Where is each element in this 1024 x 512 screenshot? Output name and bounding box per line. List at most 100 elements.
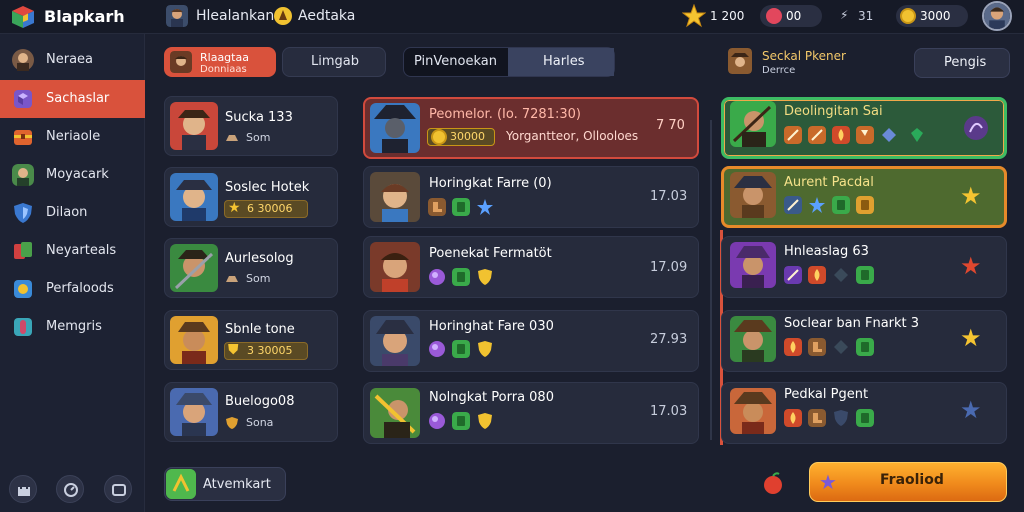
shield-badge-icon: ⛊	[228, 342, 239, 358]
hat-icon	[226, 276, 238, 282]
hero-name: Buelogo08	[225, 394, 295, 409]
hero-name: Soslec Hotek	[225, 180, 310, 195]
sidebar-label: Memgris	[46, 319, 102, 334]
sidebar-item-6[interactable]: Perfaloods	[0, 270, 145, 308]
gold-shield-icon	[478, 341, 492, 357]
segment-left-label[interactable]: PinVenoekan	[414, 54, 497, 69]
segment-right-label[interactable]: Harles	[543, 54, 584, 69]
sidebar-item-5[interactable]: Neyarteals	[0, 232, 145, 270]
flame-icon	[784, 409, 802, 427]
green-card-icon	[856, 266, 874, 284]
chest-icon	[14, 130, 32, 145]
app-title: Blapkarh	[44, 7, 125, 26]
mission-avatar-icon	[370, 316, 420, 366]
hero-sub: Som	[246, 131, 271, 144]
mission-avatar-icon	[370, 103, 420, 153]
squad-name: Aurent Pacdal	[784, 175, 874, 190]
hero-power: 6 30006	[247, 202, 293, 215]
flame-icon	[784, 338, 802, 356]
gold-shield-icon	[478, 269, 492, 285]
user-avatar-icon[interactable]	[166, 5, 188, 27]
mission-timer: 17.03	[650, 404, 688, 419]
filter-subtitle: Derrce	[762, 65, 796, 76]
sidebar-item-7[interactable]: Memgris	[0, 308, 145, 346]
sidebar-label: Dilaon	[46, 205, 88, 220]
app-logo-icon	[12, 6, 34, 28]
sword-icon	[784, 266, 802, 284]
chat-icon	[112, 484, 126, 496]
sidebar-label: Neriaole	[46, 129, 101, 144]
start-button-label: Fraoliod	[880, 472, 944, 488]
dark-gem-icon	[834, 268, 848, 282]
mission-timer: 17.09	[650, 260, 688, 275]
mission-title: Horinghat Fare 030	[429, 319, 554, 334]
sidebar-label: Perfaloods	[46, 281, 114, 296]
pengis-button-label: Pengis	[944, 55, 987, 70]
blue-star-icon: ★	[960, 396, 982, 424]
boot-icon	[808, 409, 826, 427]
gold-shield-icon	[478, 413, 492, 429]
energy-count: 31	[858, 9, 874, 23]
energy-icon: ⚡	[840, 8, 849, 22]
mission-subtitle: Yorgantteor, Ollooloes	[506, 129, 639, 143]
advance-button-label: Atvemkart	[203, 477, 271, 492]
shield-icon	[14, 203, 32, 223]
mission-title: Horingkat Farre (0)	[429, 176, 552, 191]
cards-icon	[14, 242, 32, 259]
castle-button[interactable]	[9, 475, 37, 503]
squad-name: Soclear ban Fnarkt 3	[784, 316, 920, 331]
hero-sub: Sona	[246, 416, 274, 429]
filter-title[interactable]: Seckal Pkener	[762, 49, 846, 63]
hero-avatar-icon	[170, 316, 218, 364]
hero-avatar-icon	[170, 244, 218, 292]
top-user-name[interactable]: Hlealankan	[196, 8, 274, 24]
mission-reward: 30000	[450, 130, 485, 143]
sidebar-item-0[interactable]: Neraea	[0, 41, 145, 79]
squad-name: Pedkal Pgent	[784, 387, 869, 402]
green-card-icon	[856, 338, 874, 356]
shield-icon	[834, 410, 848, 426]
flame-icon	[832, 126, 850, 144]
hero-power: 3 30005	[247, 344, 293, 357]
star-currency-icon	[682, 4, 706, 28]
hero-sub: Som	[246, 272, 271, 285]
sidebar-item-1[interactable]: Sachaslar	[0, 80, 145, 118]
profile-avatar-icon[interactable]	[982, 1, 1012, 31]
gem-count: 00	[786, 9, 802, 23]
cube-icon	[14, 90, 32, 108]
green-card-icon	[452, 340, 470, 358]
sidebar-label: Neraea	[46, 52, 93, 67]
sidebar-item-2[interactable]: Neriaole	[0, 118, 145, 156]
squad-avatar-icon	[730, 388, 776, 434]
sidebar-label: Neyarteals	[46, 243, 117, 258]
green-card-icon	[856, 409, 874, 427]
hero-avatar-icon	[170, 388, 218, 436]
mission-avatar-icon	[370, 242, 420, 292]
sidebar-item-3[interactable]: Moyacark	[0, 156, 145, 194]
crystal-icon	[882, 128, 896, 142]
tab-title: Rlaagtaa	[200, 51, 249, 64]
sword-icon	[784, 126, 802, 144]
settings-button[interactable]	[56, 475, 84, 503]
sword-icon	[784, 196, 802, 214]
guild-name[interactable]: Aedtaka	[298, 8, 355, 24]
mission-title: Nolngkat Porra 080	[429, 390, 554, 405]
purple-star-icon: ★	[819, 470, 837, 494]
squad-name: Hnleaslag 63	[784, 244, 869, 259]
mission-title: Poenekat Fermatöt	[429, 246, 552, 261]
hero-name: Sbnle tone	[225, 322, 295, 337]
purple-gem-icon	[429, 413, 445, 429]
hat-icon	[226, 135, 238, 141]
sidebar-item-4[interactable]: Dilaon	[0, 194, 145, 232]
character-icon	[12, 49, 34, 71]
coin-icon	[900, 8, 916, 24]
hero-portrait-icon	[170, 51, 192, 73]
hero-avatar-icon	[170, 102, 218, 150]
blue-star-icon	[477, 199, 493, 215]
boot-icon	[808, 338, 826, 356]
puzzle-icon	[14, 280, 32, 298]
guild-emblem-icon[interactable]	[273, 6, 293, 26]
hero-icon	[12, 164, 34, 186]
mail-button[interactable]	[104, 475, 132, 503]
fruit-icon[interactable]	[760, 470, 786, 496]
